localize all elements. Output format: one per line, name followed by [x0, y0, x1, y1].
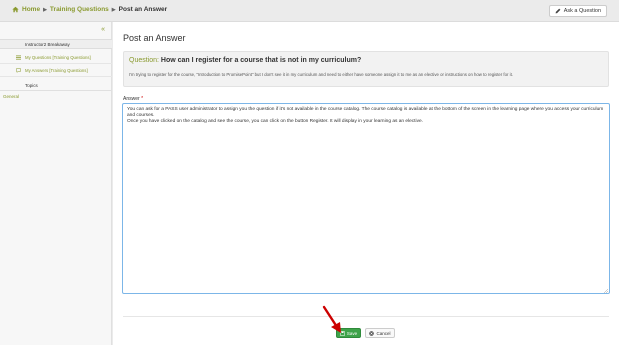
answer-label-text: Answer	[123, 96, 140, 102]
cancel-button[interactable]: Cancel	[365, 328, 395, 338]
resize-grip-icon[interactable]	[603, 288, 608, 293]
collapse-sidebar-icon[interactable]: «	[101, 26, 105, 33]
question-panel: Question: How can I register for a cours…	[123, 51, 609, 87]
top-bar: Home ▶ Training Questions ▶ Post an Answ…	[0, 0, 619, 22]
breadcrumb: Home ▶ Training Questions ▶ Post an Answ…	[12, 6, 167, 13]
ask-question-button[interactable]: Ask a Question	[548, 5, 607, 17]
required-mark: *	[141, 96, 144, 102]
cancel-icon	[369, 330, 375, 336]
comment-icon	[16, 68, 21, 73]
breadcrumb-current: Post an Answer	[118, 6, 168, 13]
save-label: Save	[346, 330, 358, 336]
divider	[123, 316, 609, 317]
sidebar-topics-heading: Topics	[0, 81, 112, 91]
annotation-arrow-icon	[322, 305, 341, 333]
question-heading: Question: How can I register for a cours…	[129, 57, 361, 64]
sidebar-item-label: My Answers [Training Questions]	[25, 68, 88, 73]
sidebar-item-general[interactable]: General	[0, 94, 19, 99]
list-icon	[16, 55, 21, 60]
sidebar-heading: Instructor2 Breakaway	[0, 39, 112, 49]
page-title: Post an Answer	[123, 33, 186, 43]
cancel-label: Cancel	[376, 330, 391, 336]
pencil-icon	[555, 8, 561, 14]
breadcrumb-home[interactable]: Home	[22, 6, 40, 13]
question-prefix: Question:	[129, 57, 159, 64]
chevron-right-icon: ▶	[43, 6, 47, 13]
answer-label: Answer *	[123, 96, 143, 102]
question-body: I'm trying to register for the course, "…	[129, 72, 513, 77]
sidebar-item-my-questions[interactable]: My Questions [Training Questions]	[0, 52, 112, 64]
answer-textarea[interactable]	[122, 103, 610, 294]
home-icon	[12, 6, 19, 13]
breadcrumb-training-questions[interactable]: Training Questions	[50, 6, 109, 13]
main-content: Post an Answer Question: How can I regis…	[113, 22, 619, 345]
chevron-right-icon: ▶	[111, 6, 116, 13]
sidebar: « Instructor2 Breakaway My Questions [Tr…	[0, 22, 112, 345]
sidebar-item-my-answers[interactable]: My Answers [Training Questions]	[0, 65, 112, 77]
ask-question-label: Ask a Question	[563, 8, 601, 14]
question-title: How can I register for a course that is …	[160, 57, 362, 64]
sidebar-item-label: My Questions [Training Questions]	[25, 55, 91, 60]
